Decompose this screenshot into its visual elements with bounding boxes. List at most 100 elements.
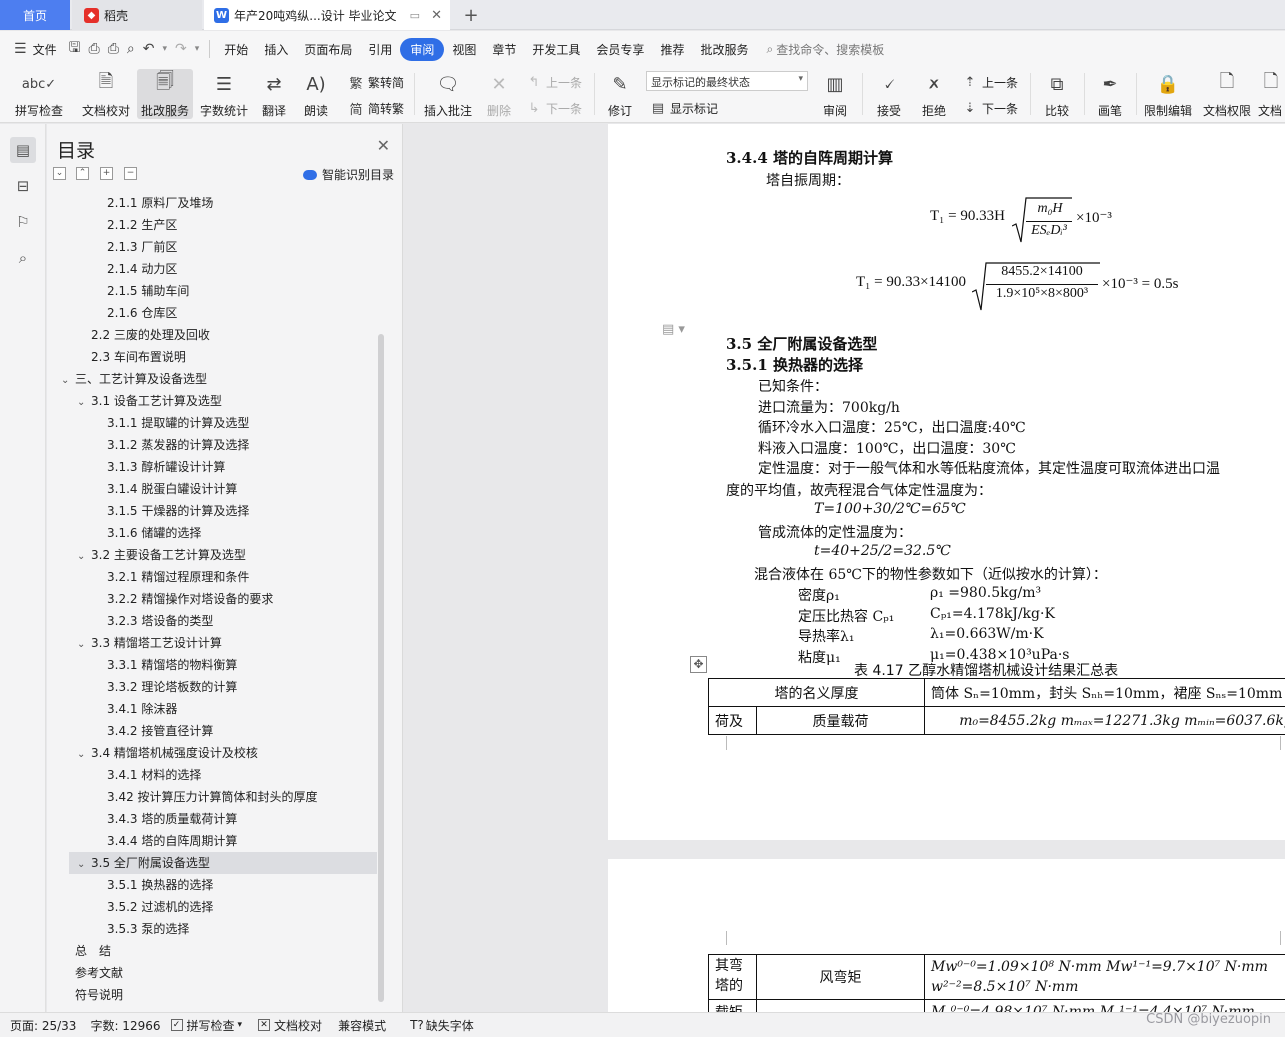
tab-home[interactable]: 首页 [0, 0, 70, 30]
menu-insert[interactable]: 插入 [256, 39, 296, 60]
translate-button[interactable]: ⇄ 翻译 [253, 69, 295, 119]
read-aloud-button[interactable]: A) 朗读 [296, 69, 336, 119]
show-markup-button[interactable]: ▤ 显示标记 [650, 97, 718, 119]
toc-item[interactable]: 2.1.1 原料厂及堆场 [107, 192, 213, 214]
search-icon[interactable]: ⌕ [10, 245, 36, 271]
toc-pane-icon[interactable]: ▤ [10, 137, 36, 163]
table-move-handle-icon[interactable]: ✥ [690, 656, 707, 673]
word-count-button[interactable]: ☰ 字数统计 [196, 69, 252, 119]
command-search[interactable]: ⌕ 查找命令、搜索模板 [766, 41, 884, 58]
toc-item[interactable]: 2.1.2 生产区 [107, 214, 177, 236]
toc-item[interactable]: 2.3 车间布置说明 [91, 346, 186, 368]
menu-review[interactable]: 审阅 [400, 37, 445, 61]
toc-item[interactable]: 3.2.1 精馏过程原理和条件 [107, 566, 249, 588]
pen-button[interactable]: ✒ 画笔 [1090, 69, 1130, 119]
menu-file[interactable]: 文件 [31, 39, 65, 60]
delete-comment-button[interactable]: ✕ 删除 [478, 69, 520, 119]
chevron-down-icon[interactable]: ⌄ [77, 854, 91, 876]
save-icon[interactable]: 🖫 [65, 37, 85, 61]
page-indicator[interactable]: 页面: 25/33 [10, 1017, 76, 1034]
toc-item[interactable]: 3.3.1 精馏塔的物料衡算 [107, 654, 237, 676]
toc-item[interactable]: 3.5.2 过滤机的选择 [107, 896, 213, 918]
export-pdf-icon[interactable]: ⎙ [85, 41, 104, 57]
restrict-edit-button[interactable]: 🔒 限制编辑 [1140, 69, 1196, 119]
word-count[interactable]: 字数: 12966 [90, 1017, 160, 1034]
toc-item[interactable]: 3.2.3 塔设备的类型 [107, 610, 213, 632]
markup-state-select[interactable]: 显示标记的最终状态 ▾ [646, 71, 808, 91]
smart-toc-button[interactable]: 智能识别目录 [302, 166, 394, 183]
trad-to-simp-button[interactable]: 繁繁转简 [348, 71, 404, 93]
hamburger-icon[interactable]: ☰ [10, 41, 31, 57]
navigation-pane-icon[interactable]: ⊟ [10, 173, 36, 199]
toc-item[interactable]: 2.1.6 仓库区 [107, 302, 177, 324]
tab-daoke[interactable]: ◆ 稻壳 [72, 0, 202, 30]
toc-item[interactable]: 3.2.2 精馏操作对塔设备的要求 [107, 588, 273, 610]
toc-item[interactable]: 3.5.3 泵的选择 [107, 918, 189, 940]
reject-button[interactable]: 🗶 拒绝 [913, 69, 955, 119]
tab-document[interactable]: W 年产20吨鸡纵...设计 毕业论文 ▭ ✕ [204, 0, 450, 30]
tab-pin-icon[interactable]: ▭ [410, 9, 420, 22]
review-service-button[interactable]: 🗐 批改服务 [137, 69, 193, 119]
toc-item[interactable]: 总 结 [75, 940, 111, 962]
insert-comment-button[interactable]: 🗨 插入批注 [420, 69, 476, 119]
chevron-down-icon[interactable]: ⌄ [61, 370, 75, 392]
print-preview-icon[interactable]: ⌕ [123, 41, 139, 57]
toc-item[interactable]: 3.4.3 塔的质量载荷计算 [107, 808, 237, 830]
toc-item[interactable]: 参考文献 [75, 962, 123, 984]
document-permission-button[interactable]: 🗋 文档权限 [1199, 69, 1255, 119]
quick-access-more-icon[interactable]: ▾ [191, 44, 204, 54]
toc-item[interactable]: 3.1.2 蒸发器的计算及选择 [107, 434, 249, 456]
toc-item[interactable]: 3.4.1 材料的选择 [107, 764, 201, 786]
close-icon[interactable]: ✕ [431, 8, 442, 23]
chevron-down-icon[interactable]: ⌄ [77, 546, 91, 568]
next-change-button[interactable]: ⇣ 下一条 [962, 97, 1018, 119]
close-icon[interactable]: ✕ [377, 136, 390, 155]
toc-item[interactable]: ⌄ 3.4 精馏塔机械强度设计及校核 [77, 742, 258, 764]
toc-item[interactable]: 2.1.3 厂前区 [107, 236, 177, 258]
menu-reference[interactable]: 引用 [360, 39, 400, 60]
menu-member[interactable]: 会员专享 [588, 39, 652, 60]
bookmark-icon[interactable]: ⚐ [10, 209, 36, 235]
redo-icon[interactable]: ↷ [171, 41, 191, 57]
spell-check-button[interactable]: abc✓ 拼写检查 [8, 69, 70, 119]
toc-item[interactable]: ⌄ 3.1 设备工艺计算及选型 [77, 390, 222, 412]
toc-item[interactable]: 3.1.1 提取罐的计算及选型 [107, 412, 249, 434]
collapse-all-icon[interactable]: ⌄ [53, 167, 66, 180]
menu-view[interactable]: 视图 [444, 39, 484, 60]
chevron-down-icon[interactable]: ⌄ [77, 392, 91, 414]
toc-item[interactable]: 3.4.4 塔的自阵周期计算 [107, 830, 237, 852]
prev-comment-button[interactable]: ↰ 上一条 [526, 71, 582, 93]
compare-button[interactable]: ⧉ 比较 [1036, 69, 1078, 119]
toc-item[interactable]: ⌄ 三、工艺计算及设备选型 [61, 368, 207, 390]
menu-developer[interactable]: 开发工具 [524, 39, 588, 60]
toc-item-selected[interactable]: ⌄ 3.5 全厂附属设备选型 [69, 852, 377, 874]
toc-item[interactable]: 3.42 按计算压力计算筒体和封头的厚度 [107, 786, 318, 808]
toc-item[interactable]: 2.1.5 辅助车间 [107, 280, 189, 302]
status-spell-check[interactable]: ✓ 拼写检查 ▾ [170, 1017, 242, 1034]
toc-item[interactable]: ⌄ 3.3 精馏塔工艺设计计算 [77, 632, 222, 654]
document-page[interactable]: 3.4.4 塔的自阵周期计算 塔自振周期： T₁ = 90.33H m₀H ES… [608, 124, 1285, 840]
track-changes-button[interactable]: ✎ 修订 [600, 69, 640, 119]
document-more-button[interactable]: 🗋 文档 [1258, 69, 1285, 119]
undo-dropdown-icon[interactable]: ▾ [159, 44, 172, 54]
review-pane-button[interactable]: ▥ 审阅 [814, 69, 856, 119]
new-tab-button[interactable]: + [458, 0, 484, 30]
toc-item[interactable]: 3.4.2 接管直径计算 [107, 720, 213, 742]
add-heading-icon[interactable]: + [100, 167, 113, 180]
document-page[interactable]: 其弯 塔的 风弯矩 Mw⁰⁻⁰=1.09×10⁸ N·mm Mw¹⁻¹=9.7×1… [608, 859, 1285, 1012]
chevron-down-icon[interactable]: ⌄ [77, 744, 91, 766]
menu-review-service[interactable]: 批改服务 [692, 39, 756, 60]
menu-recommend[interactable]: 推荐 [652, 39, 692, 60]
remove-heading-icon[interactable]: − [124, 167, 137, 180]
next-comment-button[interactable]: ↳ 下一条 [526, 97, 582, 119]
toc-item[interactable]: 符号说明 [75, 984, 123, 1006]
menu-chapter[interactable]: 章节 [484, 39, 524, 60]
undo-icon[interactable]: ↶ [139, 41, 159, 57]
toc-scrollbar[interactable] [378, 334, 384, 1002]
toc-item[interactable]: 3.1.5 干燥器的计算及选择 [107, 500, 249, 522]
menu-layout[interactable]: 页面布局 [296, 39, 360, 60]
toc-item[interactable]: 2.1.4 动力区 [107, 258, 177, 280]
accept-button[interactable]: 🗸 接受 [868, 69, 910, 119]
toc-item[interactable]: 3.1.4 脱蛋白罐设计计算 [107, 478, 237, 500]
menu-home[interactable]: 开始 [216, 39, 256, 60]
